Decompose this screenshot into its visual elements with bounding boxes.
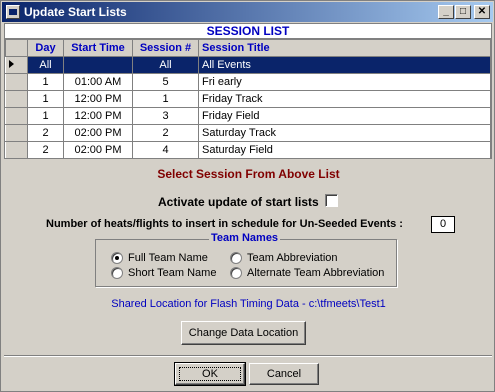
activate-checkbox[interactable] xyxy=(325,194,338,207)
cell-start-time[interactable] xyxy=(63,56,133,74)
table-row[interactable]: 1 12:00 PM 1 Friday Track xyxy=(5,90,491,108)
heats-label: Number of heats/flights to insert in sch… xyxy=(46,218,403,230)
radio-button[interactable] xyxy=(230,267,242,279)
table-row[interactable]: 2 02:00 PM 2 Saturday Track xyxy=(5,124,491,142)
table-row[interactable]: All All All Events xyxy=(5,56,491,74)
row-selector[interactable] xyxy=(5,73,28,91)
radio-button[interactable] xyxy=(230,252,242,264)
column-header-session-title[interactable]: Session Title xyxy=(198,39,491,57)
heats-input[interactable]: 0 xyxy=(431,216,455,233)
cell-start-time[interactable]: 02:00 PM xyxy=(63,124,133,142)
minimize-button[interactable]: _ xyxy=(438,5,454,19)
cell-day[interactable]: 1 xyxy=(27,107,64,125)
row-selector[interactable] xyxy=(5,124,28,142)
divider xyxy=(4,355,492,357)
cell-session-title[interactable]: Saturday Field xyxy=(198,141,491,158)
radio-alternate-team-abbreviation[interactable]: Alternate Team Abbreviation xyxy=(230,267,384,279)
cell-day[interactable]: 2 xyxy=(27,141,64,158)
radio-button[interactable] xyxy=(111,267,123,279)
window-title: Update Start Lists xyxy=(24,5,127,19)
maximize-button[interactable]: □ xyxy=(455,5,471,19)
app-icon xyxy=(6,5,20,19)
ok-button[interactable]: OK xyxy=(174,362,246,386)
cell-session-title[interactable]: All Events xyxy=(198,56,491,74)
team-names-legend: Team Names xyxy=(209,232,281,244)
select-session-message: Select Session From Above List xyxy=(157,167,340,181)
cell-session-number[interactable]: 2 xyxy=(132,124,199,142)
cell-session-number[interactable]: 4 xyxy=(132,141,199,158)
row-selector[interactable] xyxy=(5,107,28,125)
cell-start-time[interactable]: 01:00 AM xyxy=(63,73,133,91)
cell-session-title[interactable]: Friday Track xyxy=(198,90,491,108)
cell-start-time[interactable]: 12:00 PM xyxy=(63,107,133,125)
grid-caption: SESSION LIST xyxy=(5,24,491,39)
radio-label: Short Team Name xyxy=(128,267,217,279)
table-row[interactable]: 2 02:00 PM 4 Saturday Field xyxy=(5,141,491,158)
cell-day[interactable]: All xyxy=(27,56,64,74)
cancel-button[interactable]: Cancel xyxy=(249,363,319,385)
radio-full-team-name[interactable]: Full Team Name xyxy=(111,252,208,264)
team-names-group: Team Names Full Team Name Team Abbreviat… xyxy=(95,232,397,287)
close-button[interactable]: ✕ xyxy=(474,5,490,19)
column-header-start-time[interactable]: Start Time xyxy=(63,39,133,57)
session-table: Day Start Time Session # Session Title A… xyxy=(5,39,491,158)
radio-short-team-name[interactable]: Short Team Name xyxy=(111,267,216,279)
minimize-icon: _ xyxy=(443,6,449,17)
cell-day[interactable]: 1 xyxy=(27,73,64,91)
cell-session-number[interactable]: 5 xyxy=(132,73,199,91)
column-header-day[interactable]: Day xyxy=(27,39,64,57)
cell-day[interactable]: 2 xyxy=(27,124,64,142)
table-row[interactable]: 1 12:00 PM 3 Friday Field xyxy=(5,107,491,125)
cell-day[interactable]: 1 xyxy=(27,90,64,108)
session-list-grid[interactable]: SESSION LIST Day Start Time Session # Se… xyxy=(4,23,492,159)
change-data-location-button[interactable]: Change Data Location xyxy=(181,321,306,345)
cell-session-number[interactable]: 3 xyxy=(132,107,199,125)
table-row[interactable]: 1 01:00 AM 5 Fri early xyxy=(5,73,491,91)
radio-button-checked[interactable] xyxy=(111,252,123,264)
cell-session-number[interactable]: 1 xyxy=(132,90,199,108)
row-selector[interactable] xyxy=(5,56,28,74)
title-bar[interactable]: Update Start Lists _ □ ✕ xyxy=(2,2,493,22)
cell-session-title[interactable]: Friday Field xyxy=(198,107,491,125)
cell-session-number[interactable]: All xyxy=(132,56,199,74)
radio-label: Full Team Name xyxy=(128,252,208,264)
column-header-session-number[interactable]: Session # xyxy=(132,39,199,57)
activate-label: Activate update of start lists xyxy=(158,195,319,209)
cell-start-time[interactable]: 02:00 PM xyxy=(63,141,133,158)
cell-session-title[interactable]: Saturday Track xyxy=(198,124,491,142)
row-selector[interactable] xyxy=(5,90,28,108)
radio-team-abbreviation[interactable]: Team Abbreviation xyxy=(230,252,338,264)
close-icon: ✕ xyxy=(477,6,487,17)
maximize-icon: □ xyxy=(459,6,467,17)
update-start-lists-window: Update Start Lists _ □ ✕ SESSION LIST Da… xyxy=(0,0,495,392)
radio-label: Alternate Team Abbreviation xyxy=(247,267,385,279)
row-selector-header xyxy=(5,39,28,57)
current-row-arrow-icon xyxy=(9,60,14,68)
row-selector[interactable] xyxy=(5,141,28,158)
radio-label: Team Abbreviation xyxy=(247,252,338,264)
shared-location-text: Shared Location for Flash Timing Data - … xyxy=(111,298,386,310)
cell-session-title[interactable]: Fri early xyxy=(198,73,491,91)
cell-start-time[interactable]: 12:00 PM xyxy=(63,90,133,108)
